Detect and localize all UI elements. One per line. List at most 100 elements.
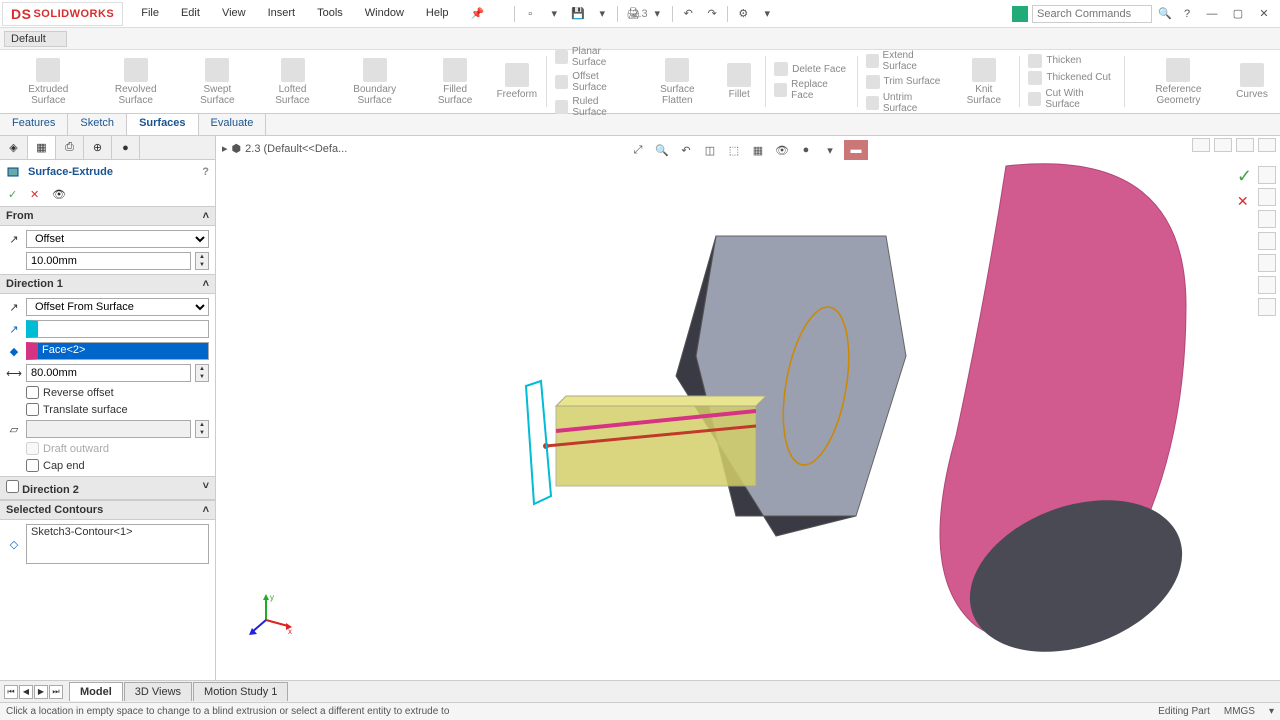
direction-arrow-icon[interactable]: ↗	[6, 231, 22, 247]
menu-insert[interactable]: Insert	[258, 3, 306, 24]
ribbon-thickened-cut[interactable]: Thickened Cut	[1024, 70, 1119, 86]
status-units[interactable]: MMGS	[1224, 706, 1255, 717]
help-small-icon[interactable]: ?	[202, 166, 209, 178]
last-tab-icon[interactable]: ⏭	[49, 685, 63, 699]
draft-icon[interactable]: ▱	[6, 421, 22, 437]
ok-icon[interactable]: ✓	[8, 188, 22, 202]
from-offset-input[interactable]	[26, 252, 191, 270]
draft-spinner[interactable]: ▲▼	[195, 420, 209, 438]
menu-pin-icon[interactable]: 📌	[461, 3, 495, 24]
face-select-icon[interactable]: ◆	[6, 343, 22, 359]
vp-max-icon[interactable]	[1236, 138, 1254, 152]
panel-tab-dim-icon[interactable]: ⊕	[84, 136, 112, 159]
from-spinner[interactable]: ▲▼	[195, 252, 209, 270]
search-icon[interactable]: 🔍	[1156, 5, 1174, 23]
taskpane-appearances-icon[interactable]	[1258, 254, 1276, 272]
direction-ref-box[interactable]	[26, 320, 209, 338]
face-selection-box[interactable]: Face<2>	[26, 342, 209, 360]
ribbon-ruled-surface[interactable]: Ruled Surface	[551, 95, 638, 119]
viewport-breadcrumb[interactable]: ▸ ⬢ 2.3 (Default<<Defa...	[222, 142, 347, 155]
preview-icon[interactable]: 👁	[52, 188, 66, 202]
ribbon-planar-surface[interactable]: Planar Surface	[551, 45, 638, 69]
from-mode-select[interactable]: Offset	[26, 230, 209, 248]
orientation-triad[interactable]: y x	[246, 590, 296, 640]
help-icon[interactable]: ?	[1178, 5, 1196, 23]
vp-close-icon[interactable]	[1258, 138, 1276, 152]
taskpane-view-palette-icon[interactable]	[1258, 232, 1276, 250]
dir1-mode-select[interactable]: Offset From Surface	[26, 298, 209, 316]
maximize-icon[interactable]: ▢	[1226, 4, 1250, 24]
ribbon-fillet[interactable]: Fillet	[717, 52, 761, 111]
panel-tab-config-icon[interactable]: ⎙	[56, 136, 84, 159]
reverse-direction-icon[interactable]: ↗	[6, 299, 22, 315]
ribbon-freeform[interactable]: Freeform	[492, 52, 542, 111]
vp-restore-icon[interactable]	[1192, 138, 1210, 152]
depth-input[interactable]	[26, 364, 191, 382]
chevron-down-icon[interactable]: ▾	[593, 5, 611, 23]
cap-end-checkbox[interactable]	[26, 459, 39, 472]
taskpane-custom-props-icon[interactable]	[1258, 276, 1276, 294]
ribbon-thicken[interactable]: Thicken	[1024, 53, 1119, 69]
search-input[interactable]	[1032, 5, 1152, 23]
section-direction2[interactable]: Direction 2˅	[0, 476, 215, 500]
search-launch-icon[interactable]	[1012, 6, 1028, 22]
first-tab-icon[interactable]: ⏮	[4, 685, 18, 699]
tab-motion-study[interactable]: Motion Study 1	[193, 682, 288, 701]
menu-help[interactable]: Help	[416, 3, 459, 24]
options-icon[interactable]: ⚙	[734, 5, 752, 23]
expand-icon[interactable]: ▸	[222, 142, 228, 155]
ribbon-lofted-surface[interactable]: Lofted Surface	[256, 52, 329, 111]
tab-sketch[interactable]: Sketch	[68, 114, 127, 135]
vp-min-icon[interactable]	[1214, 138, 1232, 152]
tab-3d-views[interactable]: 3D Views	[124, 682, 192, 701]
panel-tab-property-icon[interactable]: ▦	[28, 136, 56, 159]
tab-features[interactable]: Features	[0, 114, 68, 135]
taskpane-forum-icon[interactable]	[1258, 298, 1276, 316]
menu-window[interactable]: Window	[355, 3, 414, 24]
ribbon-extend-surface[interactable]: Extend Surface	[862, 49, 951, 73]
next-tab-icon[interactable]: ▶	[34, 685, 48, 699]
ribbon-reference-geometry[interactable]: Reference Geometry	[1129, 52, 1228, 111]
taskpane-resources-icon[interactable]	[1258, 166, 1276, 184]
prev-tab-icon[interactable]: ◀	[19, 685, 33, 699]
section-contours[interactable]: Selected Contours˄	[0, 500, 215, 520]
ribbon-revolved-surface[interactable]: Revolved Surface	[93, 52, 179, 111]
contour-list[interactable]: Sketch3-Contour<1>	[26, 524, 209, 564]
ribbon-knit-surface[interactable]: Knit Surface	[952, 52, 1015, 111]
ribbon-delete-face[interactable]: Delete Face	[770, 61, 852, 77]
minimize-icon[interactable]: —	[1200, 4, 1224, 24]
ribbon-replace-face[interactable]: Replace Face	[770, 78, 852, 102]
tab-evaluate[interactable]: Evaluate	[199, 114, 267, 135]
chevron-down-icon[interactable]: ▾	[648, 5, 666, 23]
ribbon-surface-flatten[interactable]: Surface Flatten	[639, 52, 715, 111]
direction-vector-icon[interactable]: ↗	[6, 321, 22, 337]
taskpane-design-lib-icon[interactable]	[1258, 188, 1276, 206]
save-icon[interactable]: 💾	[569, 5, 587, 23]
viewport[interactable]: ▸ ⬢ 2.3 (Default<<Defa... ⤢ 🔍 ↶ ◫ ⬚ ▦ 👁 …	[216, 136, 1280, 680]
menu-view[interactable]: View	[212, 3, 256, 24]
depth-spinner[interactable]: ▲▼	[195, 364, 209, 382]
translate-surface-checkbox[interactable]	[26, 403, 39, 416]
ribbon-trim-surface[interactable]: Trim Surface	[862, 74, 951, 90]
open-icon[interactable]: ▾	[545, 5, 563, 23]
ribbon-boundary-surface[interactable]: Boundary Surface	[331, 52, 418, 111]
taskpane-file-explorer-icon[interactable]	[1258, 210, 1276, 228]
tab-model[interactable]: Model	[69, 682, 123, 701]
ribbon-extruded-surface[interactable]: Extruded Surface	[6, 52, 91, 111]
undo-icon[interactable]: ↶	[679, 5, 697, 23]
reverse-offset-checkbox[interactable]	[26, 386, 39, 399]
redo-icon[interactable]: ↷	[703, 5, 721, 23]
ribbon-swept-surface[interactable]: Swept Surface	[181, 52, 254, 111]
panel-tab-tree-icon[interactable]: ◈	[0, 136, 28, 159]
ribbon-curves[interactable]: Curves	[1230, 52, 1274, 111]
menu-edit[interactable]: Edit	[171, 3, 210, 24]
new-doc-icon[interactable]: ▫	[521, 5, 539, 23]
tab-surfaces[interactable]: Surfaces	[127, 114, 198, 135]
menu-file[interactable]: File	[131, 3, 169, 24]
cancel-icon[interactable]: ✕	[30, 188, 44, 202]
section-direction1[interactable]: Direction 1˄	[0, 274, 215, 294]
ribbon-offset-surface[interactable]: Offset Surface	[551, 70, 638, 94]
menu-tools[interactable]: Tools	[307, 3, 353, 24]
config-selector[interactable]: Default	[4, 31, 67, 47]
ribbon-untrim-surface[interactable]: Untrim Surface	[862, 91, 951, 115]
